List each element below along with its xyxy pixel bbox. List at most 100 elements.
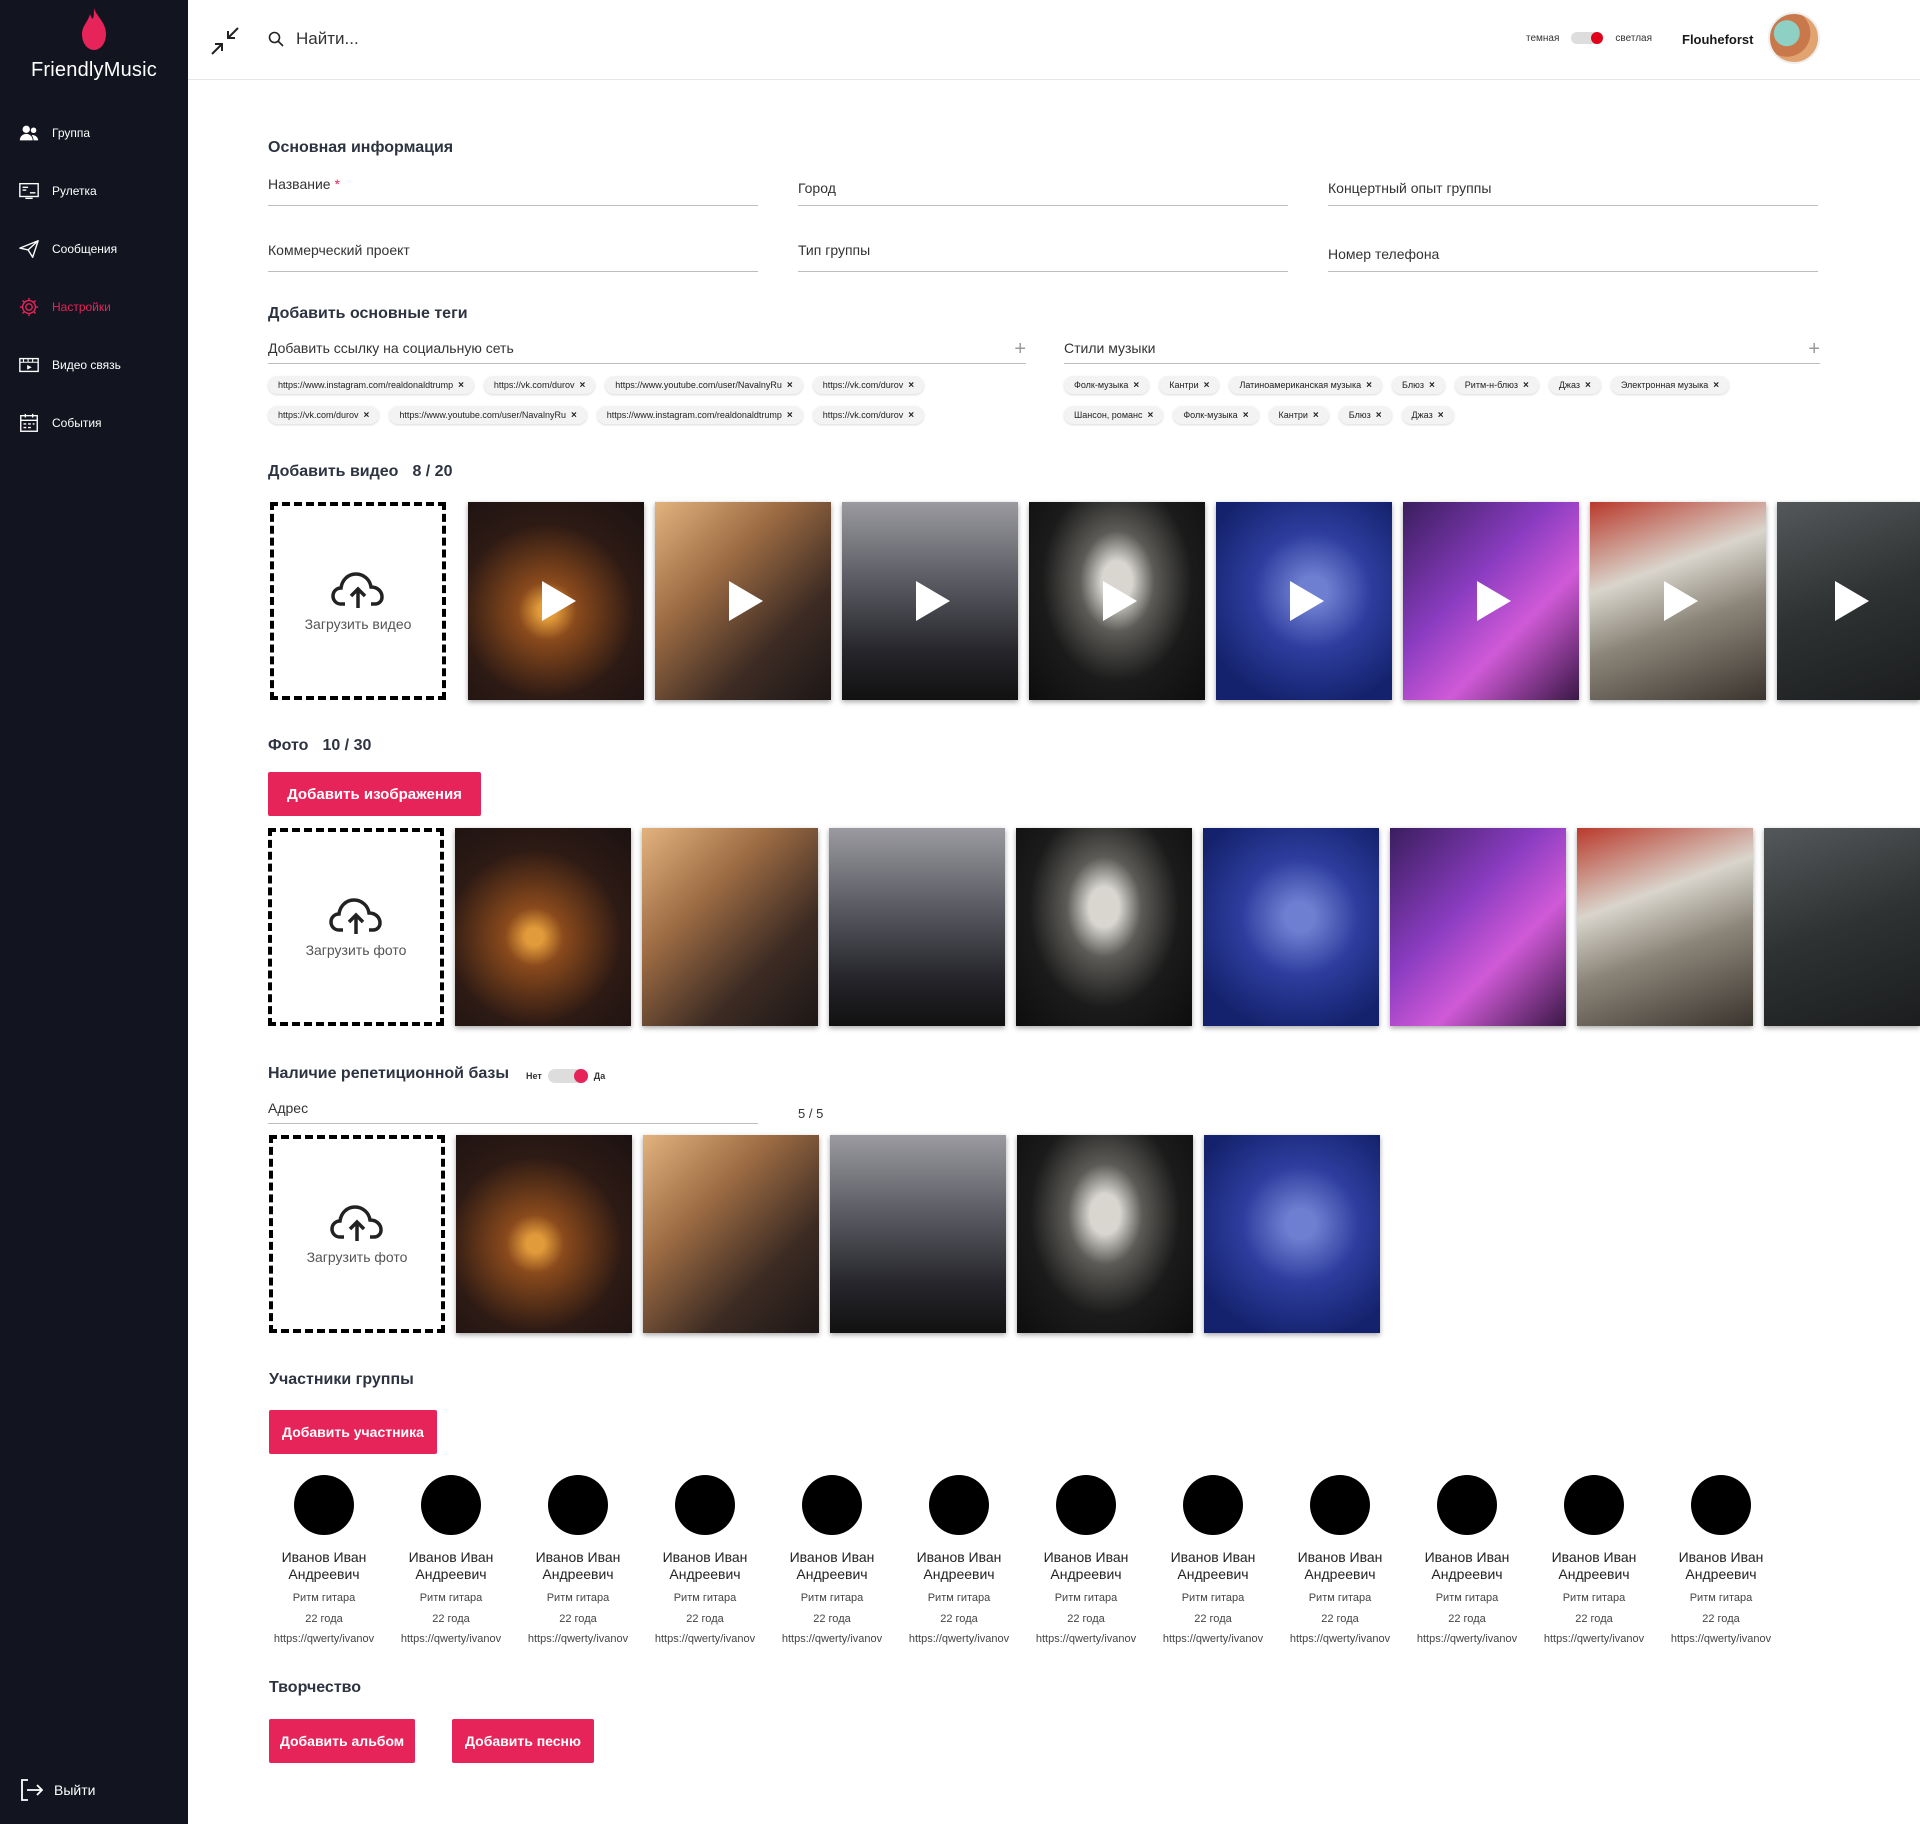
- member-link[interactable]: https://qwerty/ivanov: [897, 1633, 1021, 1645]
- member-link[interactable]: https://qwerty/ivanov: [262, 1633, 386, 1645]
- video-thumb[interactable]: [842, 502, 1018, 700]
- member-avatar: [294, 1475, 354, 1535]
- logo[interactable]: FriendlyMusic: [0, 6, 188, 82]
- member-card[interactable]: Иванов Иван Андреевич Ритм гитара 22 год…: [1278, 1475, 1402, 1645]
- remove-icon[interactable]: ×: [364, 410, 370, 421]
- plus-icon[interactable]: +: [1014, 338, 1026, 361]
- member-card[interactable]: Иванов Иван Андреевич Ритм гитара 22 год…: [262, 1475, 386, 1645]
- member-card[interactable]: Иванов Иван Андреевич Ритм гитара 22 год…: [1024, 1475, 1148, 1645]
- group-type-field[interactable]: Тип группы: [798, 242, 1288, 272]
- logout-button[interactable]: Выйти: [18, 1777, 95, 1803]
- member-link[interactable]: https://qwerty/ivanov: [1405, 1633, 1529, 1645]
- video-thumb[interactable]: [1777, 502, 1920, 700]
- remove-icon[interactable]: ×: [579, 380, 585, 391]
- photo-thumb[interactable]: [1577, 828, 1753, 1026]
- rehearsal-photo-thumb[interactable]: [643, 1135, 819, 1333]
- photo-thumb[interactable]: [1390, 828, 1566, 1026]
- search-icon[interactable]: [268, 31, 284, 47]
- remove-icon[interactable]: ×: [571, 410, 577, 421]
- member-card[interactable]: Иванов Иван Андреевич Ритм гитара 22 год…: [1659, 1475, 1783, 1645]
- photo-thumb[interactable]: [455, 828, 631, 1026]
- city-field[interactable]: Город: [798, 180, 1288, 206]
- search-input[interactable]: [294, 28, 694, 50]
- remove-icon[interactable]: ×: [1713, 380, 1719, 391]
- remove-icon[interactable]: ×: [787, 380, 793, 391]
- member-card[interactable]: Иванов Иван Андреевич Ритм гитара 22 год…: [389, 1475, 513, 1645]
- remove-icon[interactable]: ×: [1366, 380, 1372, 391]
- video-thumb[interactable]: [1216, 502, 1392, 700]
- add-song-button[interactable]: Добавить песню: [452, 1719, 594, 1763]
- remove-icon[interactable]: ×: [1523, 380, 1529, 391]
- member-link[interactable]: https://qwerty/ivanov: [1024, 1633, 1148, 1645]
- address-field[interactable]: Адрес: [268, 1100, 758, 1124]
- rehearsal-toggle[interactable]: [547, 1069, 588, 1083]
- music-styles-field[interactable]: Стили музыки +: [1064, 338, 1820, 364]
- sidebar-item-settings[interactable]: Настройки: [0, 278, 188, 336]
- remove-icon[interactable]: ×: [1313, 410, 1319, 421]
- commercial-field[interactable]: Коммерческий проект: [268, 242, 758, 272]
- upload-photo-box[interactable]: Загрузить фото: [268, 828, 444, 1026]
- concert-experience-field[interactable]: Концертный опыт группы: [1328, 180, 1818, 206]
- remove-icon[interactable]: ×: [1133, 380, 1139, 391]
- remove-icon[interactable]: ×: [787, 410, 793, 421]
- member-card[interactable]: Иванов Иван Андреевич Ритм гитара 22 год…: [770, 1475, 894, 1645]
- video-thumb[interactable]: [1590, 502, 1766, 700]
- phone-field[interactable]: Номер телефона: [1328, 246, 1818, 272]
- member-card[interactable]: Иванов Иван Андреевич Ритм гитара 22 год…: [1405, 1475, 1529, 1645]
- member-link[interactable]: https://qwerty/ivanov: [1532, 1633, 1656, 1645]
- member-card[interactable]: Иванов Иван Андреевич Ритм гитара 22 год…: [516, 1475, 640, 1645]
- member-link[interactable]: https://qwerty/ivanov: [770, 1633, 894, 1645]
- photo-thumb[interactable]: [1203, 828, 1379, 1026]
- member-link[interactable]: https://qwerty/ivanov: [1278, 1633, 1402, 1645]
- remove-icon[interactable]: ×: [1585, 380, 1591, 391]
- sidebar-item-events[interactable]: События: [0, 394, 188, 452]
- add-images-button[interactable]: Добавить изображения: [268, 772, 481, 816]
- photo-thumb[interactable]: [1016, 828, 1192, 1026]
- remove-icon[interactable]: ×: [458, 380, 464, 391]
- remove-icon[interactable]: ×: [1376, 410, 1382, 421]
- member-link[interactable]: https://qwerty/ivanov: [389, 1633, 513, 1645]
- collapse-icon[interactable]: [210, 26, 240, 56]
- plus-icon[interactable]: +: [1808, 338, 1820, 361]
- member-link[interactable]: https://qwerty/ivanov: [643, 1633, 767, 1645]
- sidebar-item-roulette[interactable]: Рулетка: [0, 162, 188, 220]
- rehearsal-photo-thumb[interactable]: [1017, 1135, 1193, 1333]
- member-link[interactable]: https://qwerty/ivanov: [1151, 1633, 1275, 1645]
- video-thumb[interactable]: [1029, 502, 1205, 700]
- rehearsal-photo-thumb[interactable]: [456, 1135, 632, 1333]
- member-card[interactable]: Иванов Иван Андреевич Ритм гитара 22 год…: [897, 1475, 1021, 1645]
- remove-icon[interactable]: ×: [1429, 380, 1435, 391]
- theme-toggle[interactable]: [1571, 32, 1604, 44]
- member-card[interactable]: Иванов Иван Андреевич Ритм гитара 22 год…: [643, 1475, 767, 1645]
- upload-rehearsal-photo-box[interactable]: Загрузить фото: [269, 1135, 445, 1333]
- photo-thumb[interactable]: [829, 828, 1005, 1026]
- avatar[interactable]: [1768, 12, 1820, 64]
- remove-icon[interactable]: ×: [908, 380, 914, 391]
- remove-icon[interactable]: ×: [1243, 410, 1249, 421]
- photo-thumb[interactable]: [642, 828, 818, 1026]
- video-thumb[interactable]: [1403, 502, 1579, 700]
- sidebar-item-group[interactable]: Группа: [0, 104, 188, 162]
- sidebar-item-video[interactable]: Видео связь: [0, 336, 188, 394]
- rehearsal-photo-thumb[interactable]: [1204, 1135, 1380, 1333]
- member-card[interactable]: Иванов Иван Андреевич Ритм гитара 22 год…: [1532, 1475, 1656, 1645]
- member-link[interactable]: https://qwerty/ivanov: [1659, 1633, 1783, 1645]
- name-field[interactable]: Название *: [268, 176, 758, 206]
- username[interactable]: Flouheforst: [1682, 32, 1754, 47]
- add-album-button[interactable]: Добавить альбом: [269, 1719, 415, 1763]
- add-member-button[interactable]: Добавить участника: [269, 1410, 437, 1454]
- remove-icon[interactable]: ×: [1438, 410, 1444, 421]
- photo-thumb[interactable]: [1764, 828, 1920, 1026]
- upload-video-box[interactable]: Загрузить видео: [270, 502, 446, 700]
- video-thumb[interactable]: [655, 502, 831, 700]
- social-link-field[interactable]: Добавить ссылку на социальную сеть +: [268, 338, 1026, 364]
- member-link[interactable]: https://qwerty/ivanov: [516, 1633, 640, 1645]
- member-age: 22 года: [305, 1613, 343, 1625]
- remove-icon[interactable]: ×: [1147, 410, 1153, 421]
- rehearsal-photo-thumb[interactable]: [830, 1135, 1006, 1333]
- member-card[interactable]: Иванов Иван Андреевич Ритм гитара 22 год…: [1151, 1475, 1275, 1645]
- sidebar-item-messages[interactable]: Сообщения: [0, 220, 188, 278]
- video-thumb[interactable]: [468, 502, 644, 700]
- remove-icon[interactable]: ×: [1204, 380, 1210, 391]
- remove-icon[interactable]: ×: [908, 410, 914, 421]
